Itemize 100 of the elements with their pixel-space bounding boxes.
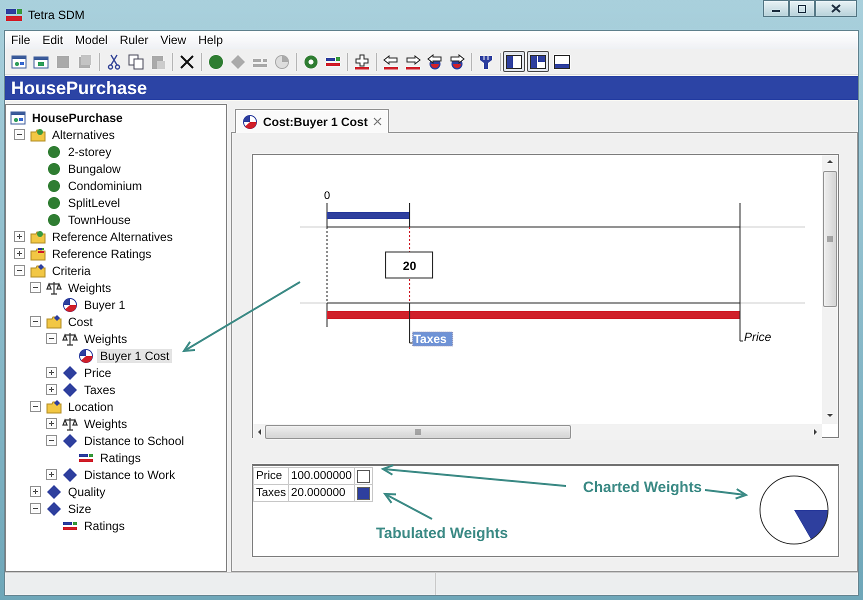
- arrow-icon[interactable]: [383, 54, 399, 70]
- tree-item[interactable]: Condominium: [65, 178, 146, 192]
- layout-button[interactable]: [503, 51, 525, 72]
- menu-item[interactable]: View: [154, 32, 192, 48]
- folder-icon: [30, 126, 46, 142]
- scroll-thumb[interactable]: [265, 425, 571, 439]
- menu-item[interactable]: Help: [192, 32, 229, 48]
- folder-icon: [30, 228, 46, 244]
- tree-item[interactable]: Ratings: [81, 518, 128, 532]
- scale-icon: [46, 280, 62, 296]
- diamond-icon: [62, 382, 78, 398]
- ruler-handle[interactable]: [409, 302, 414, 344]
- circle-icon: [46, 194, 62, 210]
- tree-item[interactable]: SplitLevel: [65, 196, 124, 210]
- scissors-icon[interactable]: [106, 54, 122, 70]
- scroll-thumb[interactable]: [823, 171, 837, 307]
- collapse-toggle[interactable]: [30, 503, 41, 514]
- maximize-icon: [797, 4, 807, 12]
- window-icon[interactable]: [11, 54, 27, 70]
- tree-item[interactable]: Price: [81, 366, 114, 380]
- folder-icon: [46, 314, 62, 330]
- tree-item[interactable]: 2-storey: [65, 144, 114, 158]
- annotation-arrow: [704, 488, 748, 500]
- expand-toggle[interactable]: [46, 384, 57, 395]
- vertical-scrollbar[interactable]: [822, 155, 838, 424]
- collapse-toggle[interactable]: [46, 435, 57, 446]
- add-icon[interactable]: [354, 54, 370, 70]
- maximize-button[interactable]: [789, 0, 815, 17]
- tree-item[interactable]: Taxes: [81, 382, 118, 396]
- collapse-toggle[interactable]: [14, 265, 25, 276]
- copy-icon[interactable]: [128, 54, 144, 70]
- pie-icon: [62, 296, 78, 312]
- tree-item[interactable]: Quality: [65, 484, 108, 498]
- table-cell: Price: [254, 468, 289, 484]
- horizontal-scrollbar[interactable]: [253, 424, 822, 440]
- table-cell: 20.000000: [288, 484, 354, 502]
- menu-item[interactable]: Ruler: [114, 32, 154, 48]
- ruler-handle[interactable]: [740, 226, 744, 342]
- window-title: Tetra SDM: [28, 8, 85, 22]
- tree-item[interactable]: Ratings: [97, 450, 144, 464]
- circle-icon: [46, 178, 62, 194]
- menu-item[interactable]: File: [5, 32, 36, 48]
- expand-toggle[interactable]: [14, 248, 25, 259]
- model-icon: [10, 110, 26, 126]
- arrow-icon[interactable]: [449, 54, 465, 70]
- scale-icon: [62, 416, 78, 432]
- tree-item[interactable]: Weights: [81, 416, 130, 430]
- layout-button[interactable]: [527, 51, 549, 72]
- close-button[interactable]: [815, 0, 857, 17]
- model-title: HousePurchase: [5, 76, 858, 100]
- expand-toggle[interactable]: [46, 367, 57, 378]
- collapse-toggle[interactable]: [30, 282, 41, 293]
- annotation-label: Charted Weights: [583, 479, 702, 496]
- collapse-toggle[interactable]: [46, 333, 57, 344]
- tree-item[interactable]: Location: [65, 400, 116, 414]
- minimize-button[interactable]: [763, 0, 789, 17]
- tree-item[interactable]: Distance to Work: [81, 468, 178, 482]
- tree-item[interactable]: Buyer 1: [81, 298, 128, 312]
- table-cell: 100.000000: [288, 468, 354, 484]
- tree-item[interactable]: Cost: [65, 314, 96, 328]
- window-icon[interactable]: [33, 54, 49, 70]
- tree-item[interactable]: Criteria: [49, 264, 94, 278]
- table-cell: Taxes: [254, 484, 289, 502]
- tree-item[interactable]: Distance to School: [81, 434, 188, 448]
- ring-icon[interactable]: [303, 54, 319, 70]
- plus-icon: [47, 385, 56, 394]
- tree-item[interactable]: Alternatives: [49, 128, 118, 142]
- arrow-icon[interactable]: [427, 54, 443, 70]
- circle-icon[interactable]: [208, 54, 224, 70]
- document-tab[interactable]: Cost:Buyer 1 Cost: [235, 109, 389, 133]
- tree-item[interactable]: Weights: [81, 332, 130, 346]
- expand-toggle[interactable]: [46, 418, 57, 429]
- expand-toggle[interactable]: [30, 486, 41, 497]
- tree-item[interactable]: HousePurchase: [29, 110, 126, 124]
- expand-toggle[interactable]: [46, 469, 57, 480]
- tree-item[interactable]: TownHouse: [65, 212, 134, 226]
- tree-item[interactable]: Size: [65, 502, 94, 516]
- tree-item[interactable]: Bungalow: [65, 162, 124, 176]
- value-box: 20: [385, 252, 434, 278]
- tree-item[interactable]: Reference Alternatives: [49, 230, 176, 244]
- menu-item[interactable]: Model: [69, 32, 114, 48]
- arrow-icon[interactable]: [405, 54, 421, 70]
- collapse-toggle[interactable]: [14, 129, 25, 140]
- plus-icon: [31, 487, 40, 496]
- plus-icon: [47, 470, 56, 479]
- tree-item[interactable]: Reference Ratings: [49, 246, 154, 260]
- circle-icon: [46, 144, 62, 160]
- pie-icon: [242, 114, 258, 130]
- tree-item[interactable]: Weights: [65, 280, 114, 294]
- folder-icon: [30, 246, 46, 262]
- close-icon[interactable]: [372, 117, 382, 126]
- collapse-toggle[interactable]: [30, 316, 41, 327]
- folder-icon: [30, 262, 46, 278]
- expand-toggle[interactable]: [14, 231, 25, 242]
- collapse-toggle[interactable]: [30, 401, 41, 412]
- plus-icon: [15, 249, 24, 258]
- ruler-label[interactable]: Price: [744, 330, 772, 344]
- tree-item[interactable]: Buyer 1 Cost: [97, 348, 172, 362]
- menu-item[interactable]: Edit: [36, 32, 70, 48]
- delete-icon[interactable]: [179, 54, 195, 70]
